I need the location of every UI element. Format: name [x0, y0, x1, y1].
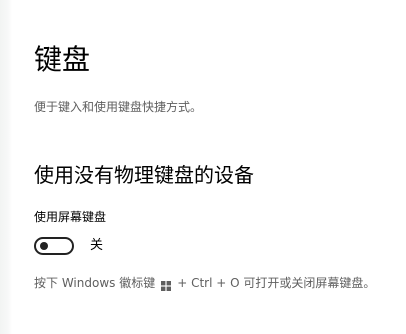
section-heading: 使用没有物理键盘的设备 — [34, 163, 254, 187]
settings-window: 键盘 便于键入和使用键盘快捷方式。 使用没有物理键盘的设备 使用屏幕键盘 关 按… — [0, 0, 406, 334]
on-screen-keyboard-toggle-row: 关 — [34, 236, 103, 256]
on-screen-keyboard-label: 使用屏幕键盘 — [34, 210, 107, 224]
navigation-edge — [0, 0, 12, 334]
shortcut-hint: 按下 Windows 徽标键 + Ctrl + O 可打开或关闭屏幕键盘。 — [34, 274, 375, 292]
shortcut-hint-before: 按下 Windows 徽标键 — [34, 276, 156, 290]
windows-logo-icon — [161, 278, 172, 291]
toggle-knob — [40, 242, 48, 250]
toggle-state-text: 关 — [90, 238, 104, 253]
shortcut-hint-after: + Ctrl + O 可打开或关闭屏幕键盘。 — [177, 276, 376, 290]
on-screen-keyboard-toggle[interactable] — [34, 237, 74, 255]
page-description: 便于键入和使用键盘快捷方式。 — [34, 100, 203, 114]
page-title: 键盘 — [34, 43, 91, 76]
